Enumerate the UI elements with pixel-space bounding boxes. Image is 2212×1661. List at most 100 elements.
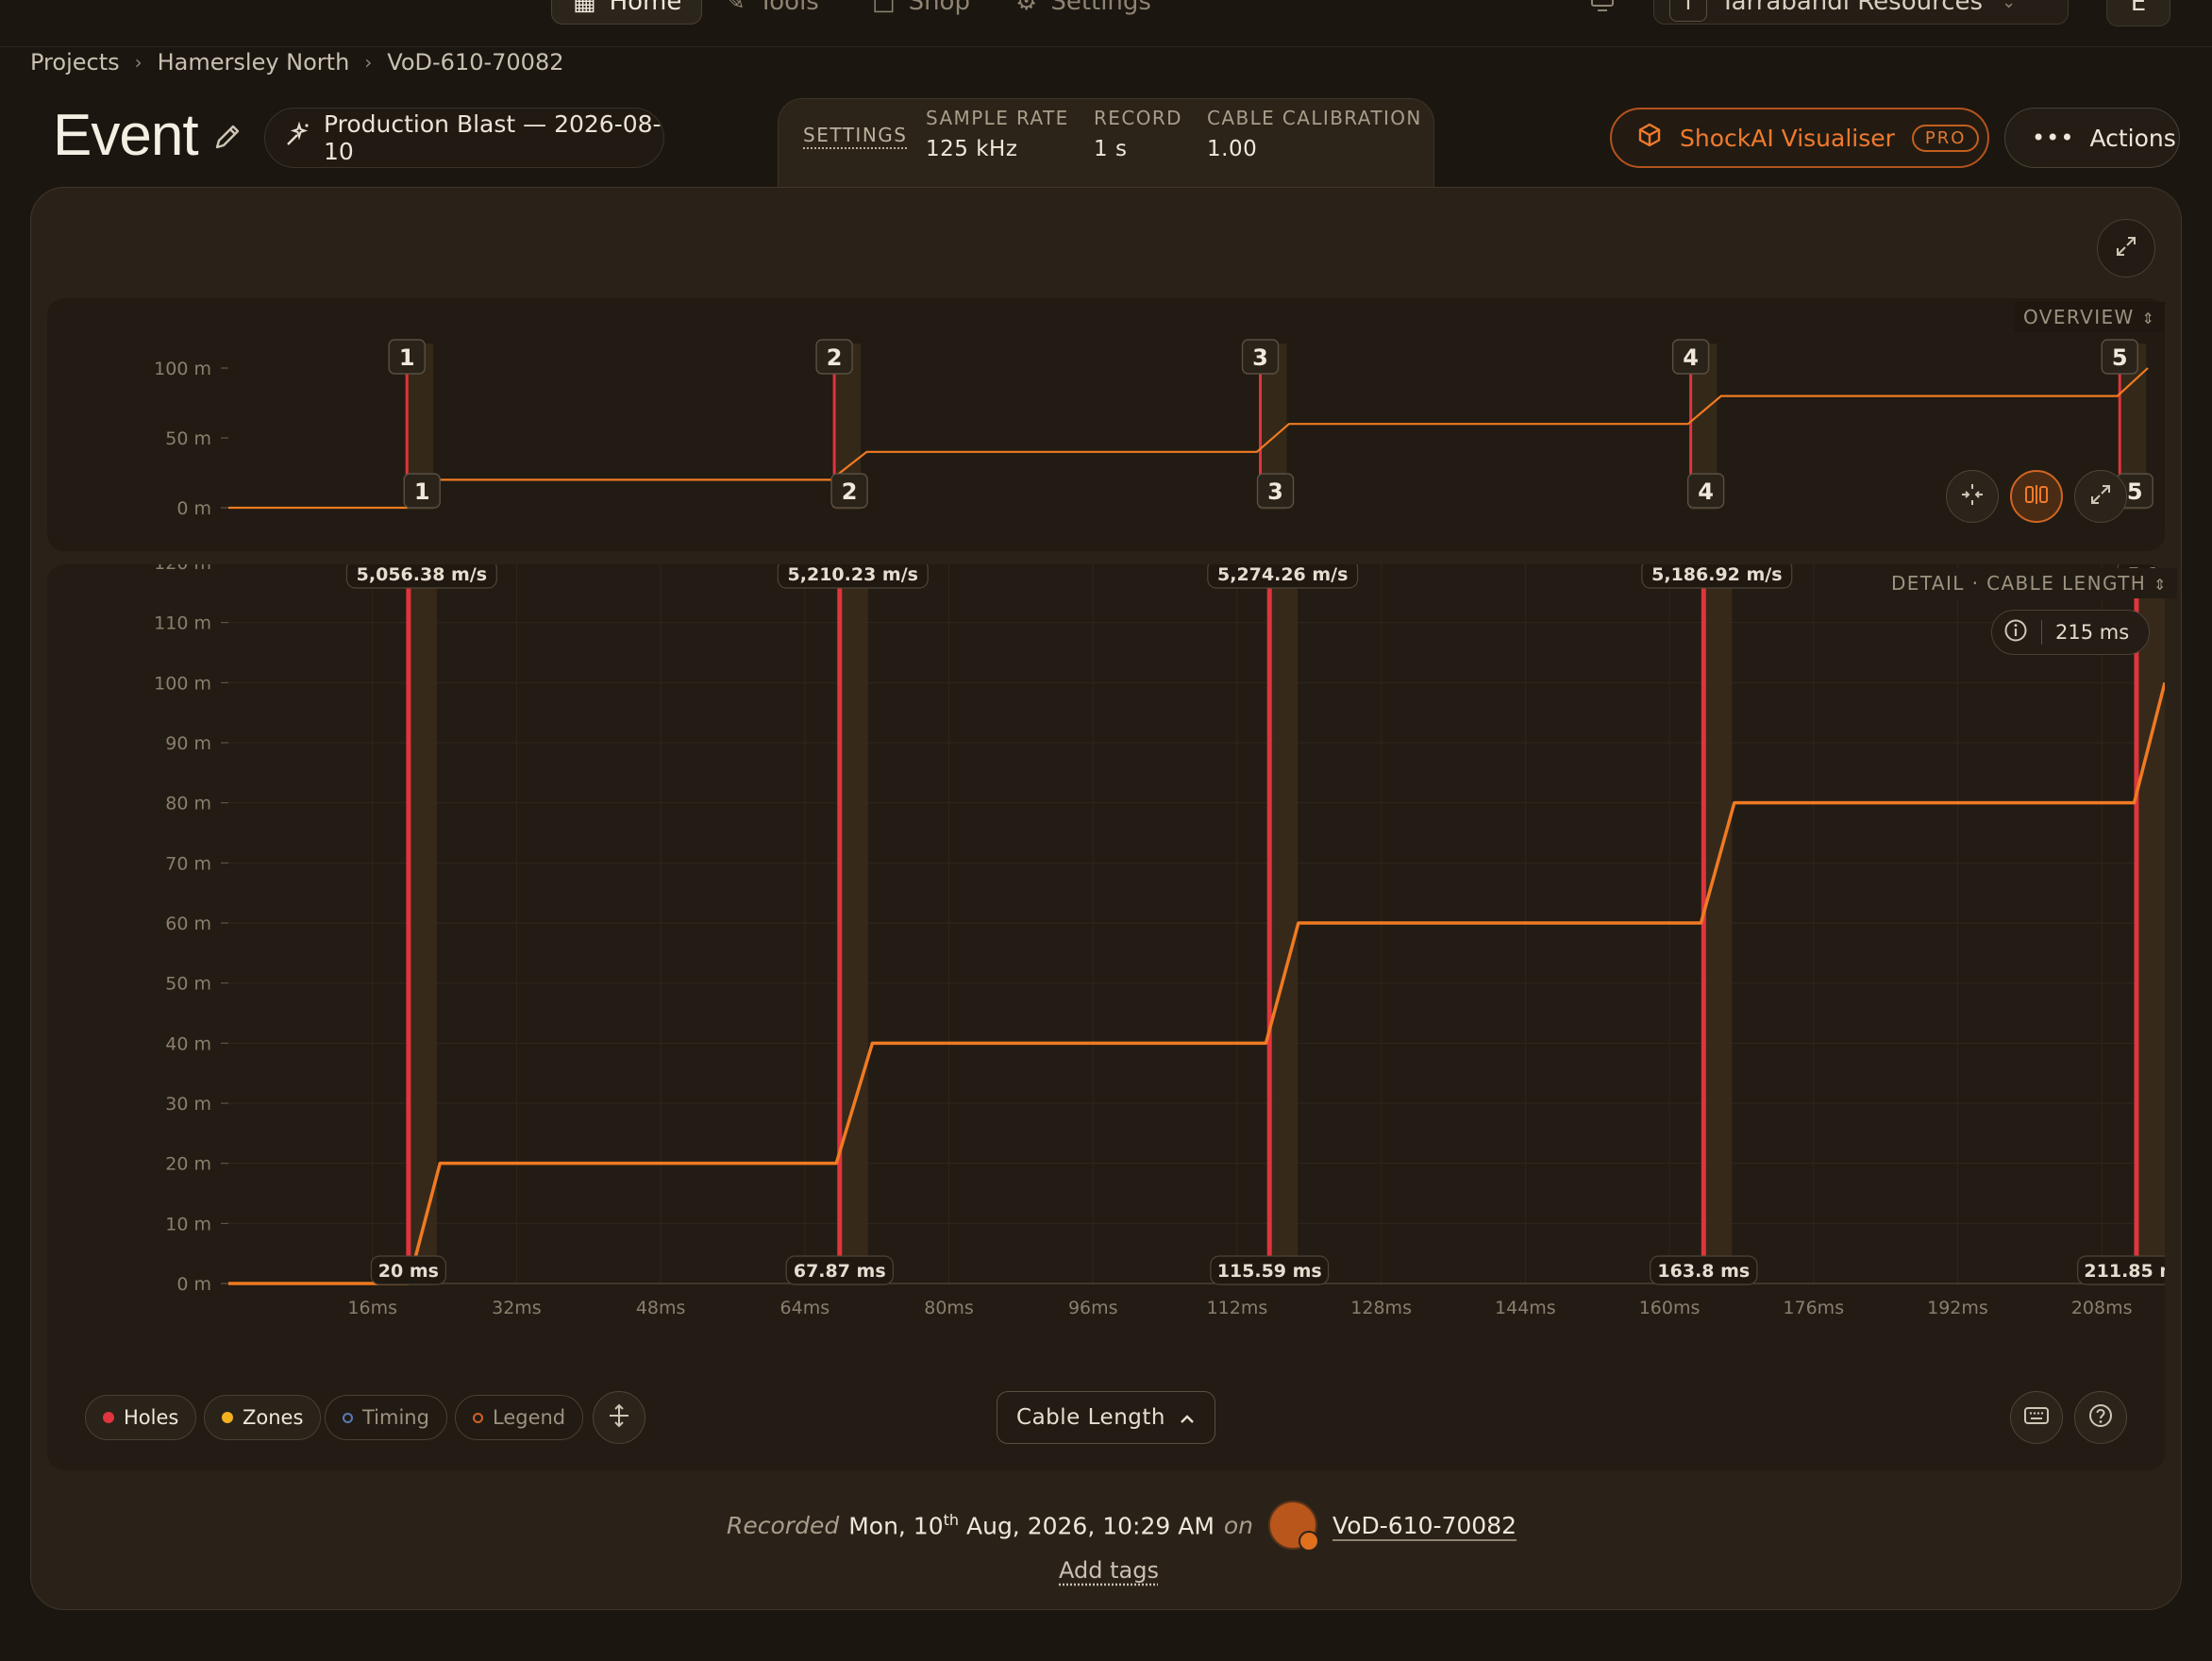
detail-chart[interactable]: 16ms 32ms 48ms 64ms 80ms 96ms 112ms 128ms 144ms 1… <box>47 564 2165 1470</box>
x-tick-label: 176ms <box>1783 1298 1844 1318</box>
expand-icon <box>2114 234 2138 262</box>
actions-button[interactable]: ••• Actions <box>2004 108 2180 168</box>
overview-panel: 100 m 50 m 0 m 1 1 2 2 3 3 4 4 5 5 <box>47 298 2165 551</box>
date-part: Aug, 2026, 10:29 AM <box>959 1512 1215 1540</box>
org-switcher[interactable]: T Tarrabandi Resources ⌄ <box>1653 0 2069 25</box>
detail-tag[interactable]: DETAIL · CABLE LENGTH ⇕ <box>1882 568 2177 598</box>
time-label-pill: 115.59 ms <box>1210 1255 1330 1285</box>
toggle-timing[interactable]: Timing <box>325 1395 447 1440</box>
toggle-legend[interactable]: Legend <box>455 1395 584 1440</box>
help-button[interactable] <box>2074 1391 2127 1444</box>
zone-band <box>408 564 437 1284</box>
y-tick-label: 30 m <box>165 1094 211 1115</box>
y-tick-label: 100 m <box>154 673 211 694</box>
holes-dot-icon <box>103 1412 114 1423</box>
y-tick-label: 10 m <box>165 1214 211 1234</box>
hole-marker-label: 5 <box>2127 478 2143 505</box>
time-label-pill: 20 ms <box>370 1255 446 1285</box>
y-tick-label: 70 m <box>165 853 211 874</box>
chevron-right-icon: › <box>134 51 142 74</box>
actions-label: Actions <box>2089 124 2176 152</box>
shockai-visualiser-button[interactable]: ShockAI Visualiser PRO <box>1610 108 1989 168</box>
recorded-info: Recorded Mon, 10th Aug, 2026, 10:29 AM o… <box>727 1501 1517 1552</box>
info-icon <box>2003 618 2028 647</box>
shockai-label: ShockAI Visualiser <box>1680 124 1895 152</box>
event-type-chip[interactable]: Production Blast — 2026-08-10 <box>264 108 664 168</box>
x-tick-label: 96ms <box>1068 1298 1118 1318</box>
time-label: 211.85 ms <box>2084 1261 2165 1282</box>
monitor-icon[interactable] <box>1589 0 1616 13</box>
chip-label: Legend <box>493 1406 566 1429</box>
keyboard-icon <box>2023 1405 2050 1430</box>
nav-tools-button[interactable]: ✎ Tools <box>725 0 819 25</box>
columns-icon <box>2023 481 2050 512</box>
hole-marker-label: 5 <box>2112 344 2128 371</box>
setting-key: SAMPLE RATE <box>926 107 1069 129</box>
user-avatar[interactable]: E <box>2106 0 2170 26</box>
expand-icon <box>2088 482 2113 511</box>
setting-value: 1.00 <box>1207 137 1258 161</box>
legend-ring-icon <box>473 1412 483 1423</box>
hole-marker-label: 4 <box>1698 478 1714 505</box>
add-tags-link[interactable]: Add tags <box>1059 1557 1159 1584</box>
expand-overview-button[interactable] <box>2074 470 2127 523</box>
timing-ring-icon <box>343 1412 353 1423</box>
zone-band <box>2136 564 2165 1284</box>
settings-label[interactable]: SETTINGS <box>803 124 907 146</box>
overview-tag-label: OVERVIEW <box>2023 306 2135 328</box>
more-horizontal-icon: ••• <box>2032 125 2075 151</box>
y-tick-label: 50 m <box>165 428 211 449</box>
chevron-up-icon <box>1179 1405 1196 1430</box>
setting-cable-calibration: CABLE CALIBRATION 1.00 <box>1207 107 1422 161</box>
chip-label: Holes <box>124 1406 179 1429</box>
velocity-label-pill: 5,210.23 m/s <box>777 564 929 589</box>
chart-mode-dropdown[interactable]: Cable Length <box>997 1391 1215 1444</box>
x-tick-label: 80ms <box>924 1298 974 1318</box>
breadcrumb-current: VoD-610-70082 <box>387 49 564 76</box>
setting-record: RECORD 1 s <box>1094 107 1182 161</box>
x-tick-label: 32ms <box>492 1298 542 1318</box>
recorded-label: Recorded <box>727 1511 840 1539</box>
recorded-date: Mon, 10th Aug, 2026, 10:29 AM <box>848 1511 1215 1539</box>
chevron-down-icon: ⌄ <box>2002 0 2017 12</box>
center-zoom-button[interactable] <box>1946 470 1999 523</box>
x-tick-label: 208ms <box>2071 1298 2133 1318</box>
y-tick-label: 80 m <box>165 794 211 814</box>
time-label-pill: 211.85 ms <box>2077 1255 2165 1285</box>
cube-icon <box>1636 122 1663 154</box>
nav-home-button[interactable]: ▦ Home <box>551 0 702 25</box>
device-link[interactable]: VoD-610-70082 <box>1332 1512 1517 1539</box>
breadcrumb: Projects › Hamersley North › VoD-610-700… <box>30 49 564 76</box>
fullscreen-button[interactable] <box>2097 219 2155 277</box>
y-tick-label: 0 m <box>176 498 211 519</box>
time-label-pill: 67.87 ms <box>785 1255 894 1285</box>
detail-panel: 16ms 32ms 48ms 64ms 80ms 96ms 112ms 128ms 144ms 1… <box>47 564 2165 1470</box>
breadcrumb-site[interactable]: Hamersley North <box>158 49 350 76</box>
chip-label: Timing <box>362 1406 429 1429</box>
overview-chart[interactable]: 100 m 50 m 0 m 1 1 2 2 3 3 4 4 5 5 <box>47 298 2165 551</box>
velocity-label: 5,186.92 m/s <box>1651 564 1782 585</box>
setting-value: 1 s <box>1094 137 1128 161</box>
x-tick-label: 192ms <box>1927 1298 1988 1318</box>
nav-shop-button[interactable]: □ Shop <box>872 0 970 25</box>
org-avatar: T <box>1669 0 1707 22</box>
toggle-zones[interactable]: Zones <box>204 1395 322 1440</box>
compare-button[interactable] <box>2010 470 2063 523</box>
zone-band <box>839 564 868 1284</box>
keyboard-shortcuts-button[interactable] <box>2010 1391 2063 1444</box>
time-range-value: 215 ms <box>2055 621 2130 644</box>
chevron-updown-icon: ⇕ <box>2153 576 2168 594</box>
vertical-fit-button[interactable] <box>593 1391 645 1444</box>
collapse-arrows-icon <box>1959 481 1986 512</box>
pencil-icon[interactable] <box>211 121 243 153</box>
nav-settings-button[interactable]: ⚙ Settings <box>1015 0 1151 25</box>
toggle-holes[interactable]: Holes <box>85 1395 197 1440</box>
bag-icon: □ <box>872 0 896 16</box>
breadcrumb-projects[interactable]: Projects <box>30 49 120 76</box>
overview-tag[interactable]: OVERVIEW ⇕ <box>2014 302 2166 332</box>
chart-mode-label: Cable Length <box>1016 1405 1165 1430</box>
device-status-badge <box>1299 1531 1320 1552</box>
zones-dot-icon <box>222 1412 233 1423</box>
time-range-chip[interactable]: 215 ms <box>1991 610 2150 655</box>
setting-value: 125 kHz <box>926 137 1018 161</box>
